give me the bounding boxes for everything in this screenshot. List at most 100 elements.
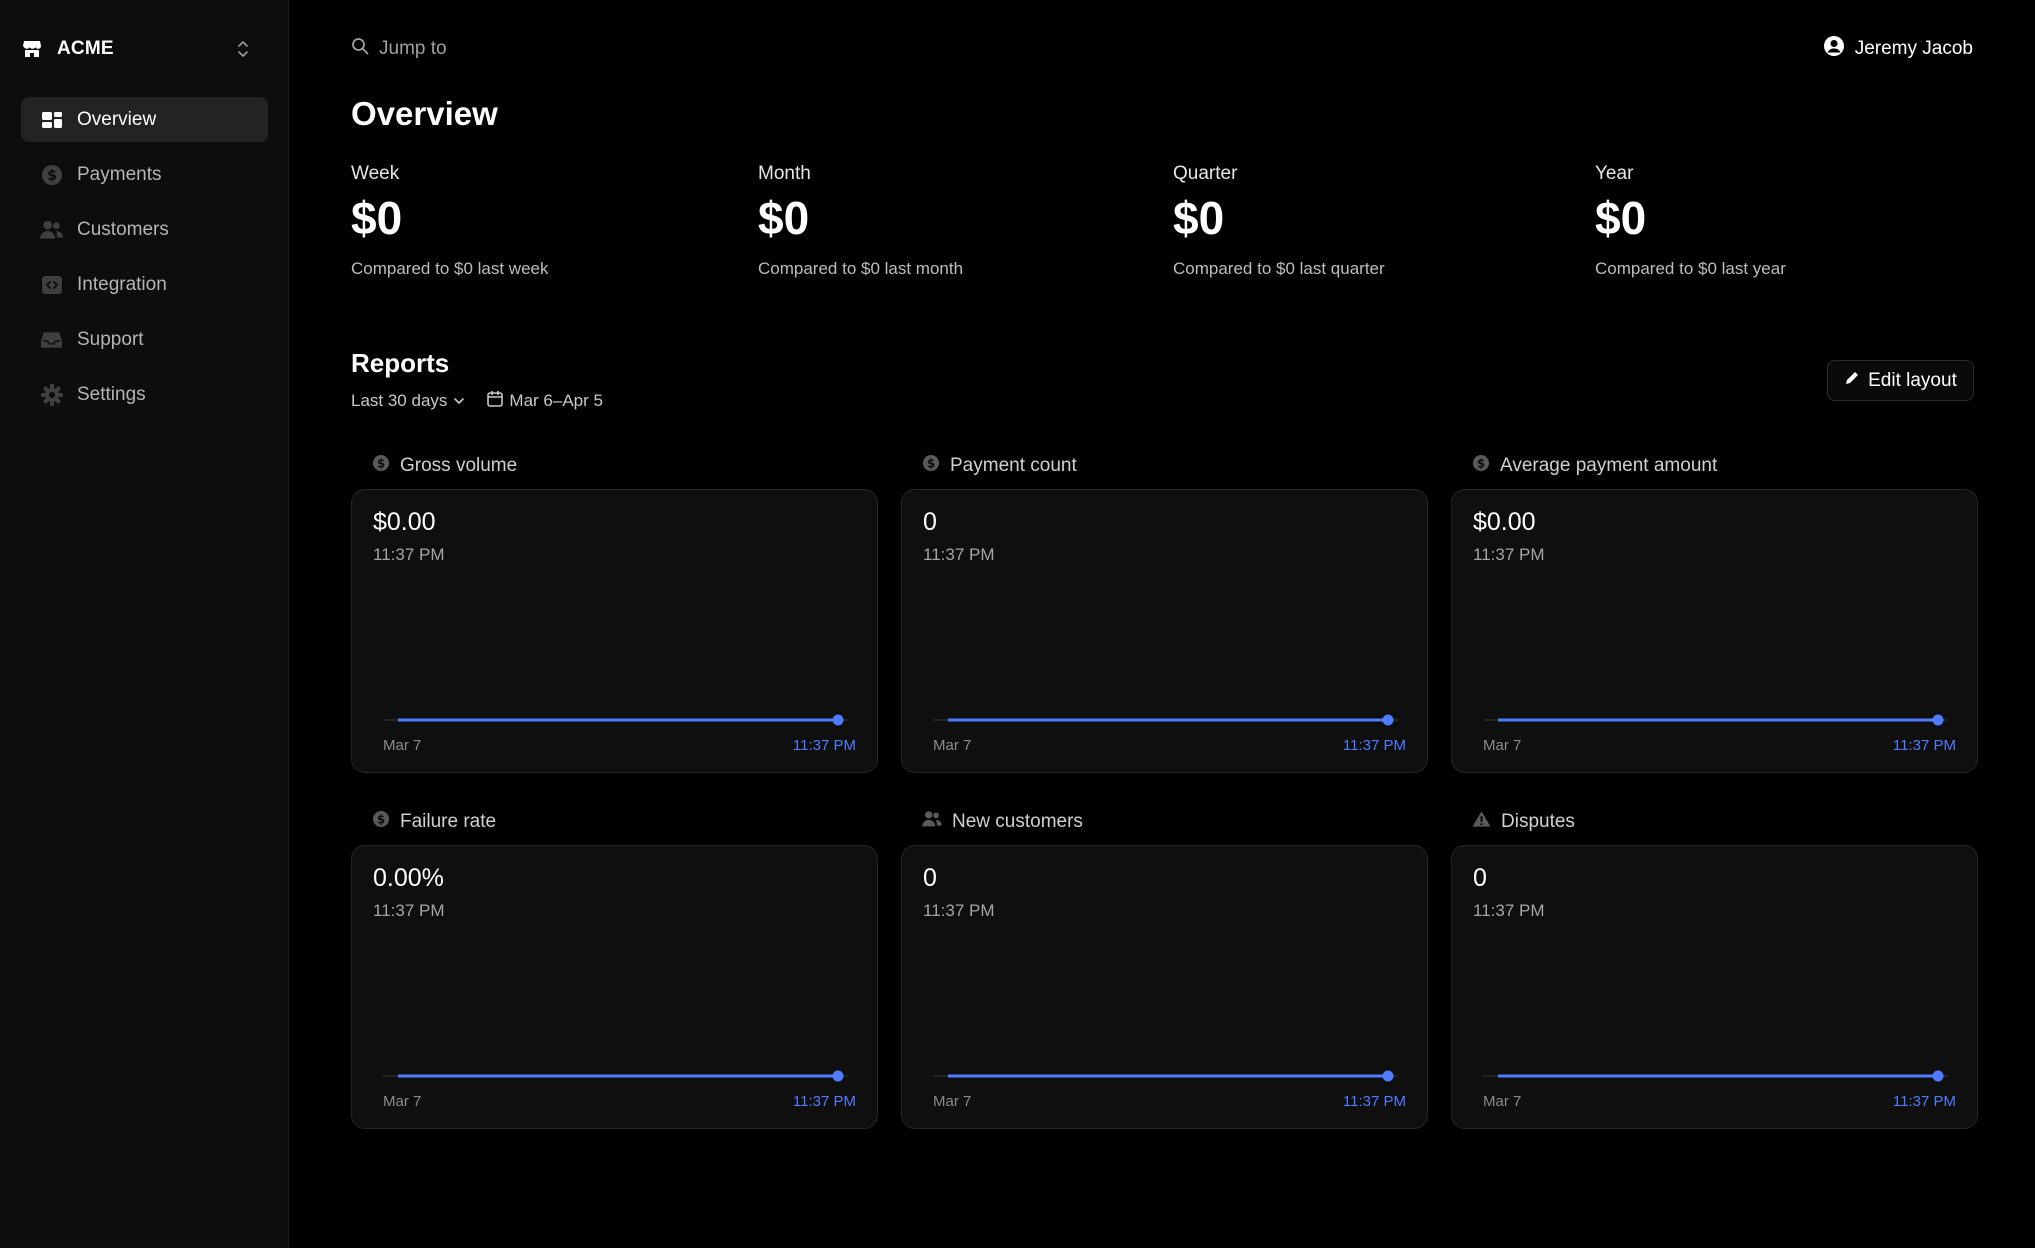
- gear-icon: [40, 383, 63, 406]
- workspace-name: ACME: [57, 38, 114, 59]
- overview-icon: [40, 108, 63, 131]
- user-avatar-icon: [1823, 35, 1845, 63]
- svg-text:$: $: [47, 168, 57, 184]
- code-icon: [40, 273, 63, 296]
- stat-year: Year $0 Compared to $0 last year: [1595, 163, 1786, 279]
- chart-point: [1382, 714, 1394, 726]
- stat-label: Month: [758, 163, 811, 184]
- chart-point: [1932, 1070, 1944, 1082]
- warning-icon: [1472, 810, 1491, 834]
- sidebar-item-settings[interactable]: Settings: [21, 372, 268, 417]
- chart-point: [832, 714, 844, 726]
- report-card-new-customers[interactable]: 0 11:37 PM Mar 7 11:37 PM: [901, 845, 1428, 1129]
- sidebar-item-support[interactable]: Support: [21, 317, 268, 362]
- page-title: Overview: [351, 95, 498, 132]
- card-header-average-payment-amount: $ Average payment amount: [1472, 453, 1717, 479]
- card-time: 11:37 PM: [373, 545, 445, 564]
- date-range-label: Mar 6–Apr 5: [509, 391, 603, 410]
- workspace-switcher[interactable]: ACME: [21, 29, 252, 69]
- report-filters: Last 30 days Mar 6–Apr 5: [351, 389, 603, 413]
- card-title: Payment count: [950, 455, 1077, 476]
- card-title: Disputes: [1501, 811, 1575, 832]
- x-axis-end-label: 11:37 PM: [1892, 737, 1956, 754]
- x-axis-start-label: Mar 7: [383, 737, 422, 754]
- stat-value: $0: [1595, 192, 1647, 244]
- card-header-payment-count: $ Payment count: [922, 453, 1077, 479]
- stat-label: Week: [351, 163, 400, 184]
- x-axis-end-label: 11:37 PM: [1342, 1093, 1406, 1110]
- store-icon: [21, 38, 43, 60]
- card-header-new-customers: New customers: [922, 809, 1083, 835]
- card-time: 11:37 PM: [923, 901, 995, 920]
- report-card-payment-count[interactable]: 0 11:37 PM Mar 7 11:37 PM: [901, 489, 1428, 773]
- inbox-icon: [40, 328, 63, 351]
- sidebar: ACME Overview $ Payments Customers Integ…: [0, 0, 289, 1248]
- x-axis-start-label: Mar 7: [933, 1093, 972, 1110]
- x-axis-start-label: Mar 7: [1483, 737, 1522, 754]
- user-name: Jeremy Jacob: [1854, 38, 1973, 59]
- stat-compare: Compared to $0 last quarter: [1173, 259, 1385, 278]
- card-title: Average payment amount: [1500, 455, 1718, 476]
- chart-point: [1382, 1070, 1394, 1082]
- sidebar-item-integration[interactable]: Integration: [21, 262, 268, 307]
- pencil-icon: [1844, 370, 1860, 392]
- card-title: New customers: [952, 811, 1083, 832]
- card-header-gross-volume: $ Gross volume: [372, 453, 517, 479]
- report-card-disputes[interactable]: 0 11:37 PM Mar 7 11:37 PM: [1451, 845, 1978, 1129]
- sidebar-item-label: Support: [77, 328, 144, 350]
- jump-to-search[interactable]: Jump to: [351, 35, 447, 63]
- sidebar-item-label: Integration: [77, 273, 167, 295]
- card-value: $0.00: [373, 508, 436, 536]
- report-card-gross-volume[interactable]: $0.00 11:37 PM Mar 7 11:37 PM: [351, 489, 878, 773]
- svg-text:$: $: [377, 813, 385, 827]
- reports-title: Reports: [351, 348, 450, 378]
- stat-quarter: Quarter $0 Compared to $0 last quarter: [1173, 163, 1385, 279]
- sidebar-item-customers[interactable]: Customers: [21, 207, 268, 252]
- date-range-picker[interactable]: Mar 6–Apr 5: [487, 390, 603, 412]
- sparkline-chart: [933, 1070, 1398, 1082]
- sidebar-item-label: Overview: [77, 108, 157, 130]
- stat-compare: Compared to $0 last year: [1595, 259, 1786, 278]
- chart-point: [1932, 714, 1944, 726]
- stat-label: Year: [1595, 163, 1634, 184]
- stat-value: $0: [758, 192, 810, 244]
- card-value: 0: [1473, 864, 1487, 892]
- card-header-disputes: Disputes: [1472, 809, 1575, 835]
- sparkline-chart: [1483, 1070, 1948, 1082]
- sidebar-nav: Overview $ Payments Customers Integratio…: [21, 97, 268, 427]
- calendar-icon: [487, 390, 504, 412]
- x-axis-end-label: 11:37 PM: [792, 737, 856, 754]
- stat-week: Week $0 Compared to $0 last week: [351, 163, 549, 279]
- card-time: 11:37 PM: [373, 901, 445, 920]
- report-card-average-payment-amount[interactable]: $0.00 11:37 PM Mar 7 11:37 PM: [1451, 489, 1978, 773]
- card-value: 0: [923, 864, 937, 892]
- x-axis-end-label: 11:37 PM: [1892, 1093, 1956, 1110]
- edit-layout-button[interactable]: Edit layout: [1827, 360, 1974, 401]
- x-axis-end-label: 11:37 PM: [1342, 737, 1406, 754]
- report-card-failure-rate[interactable]: 0.00% 11:37 PM Mar 7 11:37 PM: [351, 845, 878, 1129]
- dollar-circle-icon: $: [922, 454, 940, 478]
- card-time: 11:37 PM: [923, 545, 995, 564]
- sidebar-item-overview[interactable]: Overview: [21, 97, 268, 142]
- range-dropdown[interactable]: Last 30 days: [351, 391, 465, 411]
- user-menu[interactable]: Jeremy Jacob: [1823, 35, 1973, 63]
- svg-text:$: $: [377, 457, 385, 471]
- sparkline-chart: [933, 714, 1398, 726]
- sidebar-item-label: Settings: [77, 383, 146, 405]
- svg-text:$: $: [1477, 457, 1485, 471]
- card-title: Gross volume: [400, 455, 518, 476]
- x-axis-start-label: Mar 7: [383, 1093, 422, 1110]
- stat-month: Month $0 Compared to $0 last month: [758, 163, 963, 279]
- stat-compare: Compared to $0 last week: [351, 259, 549, 278]
- card-title: Failure rate: [400, 811, 497, 832]
- search-icon: [351, 37, 369, 61]
- x-axis-end-label: 11:37 PM: [792, 1093, 856, 1110]
- dollar-circle-icon: $: [372, 810, 390, 834]
- chart-point: [832, 1070, 844, 1082]
- x-axis-start-label: Mar 7: [933, 737, 972, 754]
- stat-label: Quarter: [1173, 163, 1238, 184]
- dollar-circle-icon: $: [1472, 454, 1490, 478]
- svg-text:$: $: [927, 457, 935, 471]
- card-time: 11:37 PM: [1473, 545, 1545, 564]
- sidebar-item-payments[interactable]: $ Payments: [21, 152, 268, 197]
